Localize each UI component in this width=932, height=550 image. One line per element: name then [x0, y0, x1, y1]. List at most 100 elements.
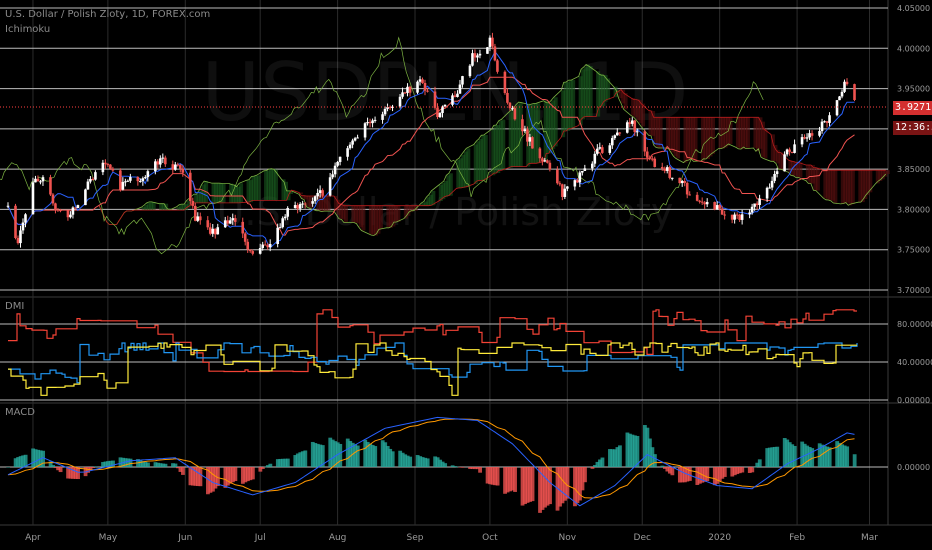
candle-body	[613, 135, 617, 139]
macd-hist-bar	[590, 467, 595, 469]
candle-body	[206, 220, 210, 228]
candle-body	[371, 120, 374, 124]
candle-body	[618, 132, 622, 134]
macd-hist-bar	[285, 458, 290, 467]
cloud-segment	[868, 170, 873, 193]
candle-body	[144, 177, 147, 179]
candle-body	[403, 92, 407, 94]
candle-body	[21, 222, 25, 231]
x-tick-label: Jun	[177, 533, 192, 543]
candle-body	[648, 157, 652, 159]
candle-body	[713, 202, 716, 210]
candle-body	[591, 163, 594, 169]
candle-body	[680, 181, 684, 184]
candle-body	[356, 137, 359, 139]
candle-body	[351, 140, 354, 145]
candle-body	[176, 164, 180, 166]
candle-body	[109, 164, 112, 169]
candle-body	[473, 53, 477, 58]
macd-hist-bar	[303, 450, 308, 467]
candle-body	[526, 129, 529, 142]
candle-body	[740, 214, 744, 220]
candle-body	[36, 178, 40, 182]
candle-body	[476, 55, 479, 58]
candle-body	[171, 164, 175, 170]
candle-body	[251, 251, 255, 254]
candle-body	[353, 138, 357, 141]
candle-body	[74, 207, 77, 209]
macd-hist-bar	[548, 467, 552, 505]
x-tick-label: Aug	[329, 533, 347, 543]
candle-body	[66, 210, 70, 218]
candle-body	[301, 203, 304, 205]
cloud-segment	[588, 66, 593, 117]
candle-body	[69, 214, 72, 218]
macd-hist-bar	[163, 463, 168, 467]
candle-body	[104, 162, 107, 165]
cloud-segment	[343, 205, 348, 223]
candle-body	[191, 200, 195, 206]
candle-body	[313, 196, 317, 202]
candle-body	[546, 160, 549, 163]
candle-body	[136, 177, 140, 182]
candle-body	[298, 204, 302, 209]
candle-body	[248, 249, 252, 252]
candle-body	[695, 194, 699, 201]
macd-hist-bar	[146, 462, 150, 467]
dmi-y-tick-label: 40.00000	[897, 358, 932, 367]
candle-body	[723, 214, 726, 216]
macd-hist-bar	[530, 467, 535, 502]
candle-body	[800, 137, 804, 145]
candle-body	[488, 37, 492, 48]
candle-body	[823, 121, 826, 123]
chart-area[interactable]: Apr May Jun Jul Aug Sep Oct Nov Dec 2020 Feb Mar 4.0…	[0, 0, 932, 550]
macd-hist-bar	[513, 467, 517, 492]
macd-hist-bar	[268, 463, 273, 467]
candle-body	[633, 120, 637, 133]
candle-body	[321, 190, 324, 196]
cloud-segment	[885, 170, 890, 175]
cloud-segment	[658, 117, 663, 148]
candle-body	[593, 153, 597, 164]
candle-body	[730, 214, 734, 220]
candle-body	[303, 203, 307, 205]
candle-body	[541, 158, 544, 162]
x-tick-label: May	[99, 533, 118, 543]
cloud-segment	[850, 170, 855, 205]
candle-body	[785, 149, 789, 155]
candle-body	[226, 220, 230, 224]
candle-body	[333, 165, 337, 175]
candle-body	[853, 84, 856, 100]
candle-body	[790, 151, 794, 153]
macd-hist-bar	[757, 459, 762, 467]
candle-body	[401, 92, 404, 97]
candle-body	[119, 170, 122, 190]
candle-body	[174, 164, 177, 170]
chart-canvas[interactable]: Apr May Jun Jul Aug Sep Oct Nov Dec 2020 Feb Mar 4.0…	[0, 0, 932, 550]
candle-body	[129, 177, 132, 181]
candle-body	[768, 187, 771, 189]
candle-body	[698, 200, 701, 202]
candle-body	[233, 218, 237, 222]
macd-hist-bar	[355, 445, 360, 467]
macd-hist-bar	[51, 465, 56, 467]
macd-hist-bar	[408, 456, 413, 467]
macd-hist-bar	[58, 467, 63, 473]
candle-body	[266, 245, 269, 248]
candle-body	[775, 171, 779, 174]
cloud-segment	[151, 201, 156, 211]
candle-body	[843, 81, 846, 92]
macd-hist-bar	[233, 467, 238, 482]
candle-body	[336, 161, 339, 166]
adx-line	[8, 342, 857, 396]
candle-body	[528, 137, 532, 142]
candle-body	[164, 157, 167, 165]
indicator-name: Ichimoku	[5, 24, 51, 35]
candle-body	[208, 227, 212, 234]
y-tick-label: 3.85000	[897, 165, 930, 174]
candle-body	[19, 230, 22, 244]
candle-body	[223, 220, 227, 228]
macd-hist-bar	[373, 446, 378, 467]
cloud-segment	[798, 162, 803, 178]
candle-body	[181, 168, 185, 173]
